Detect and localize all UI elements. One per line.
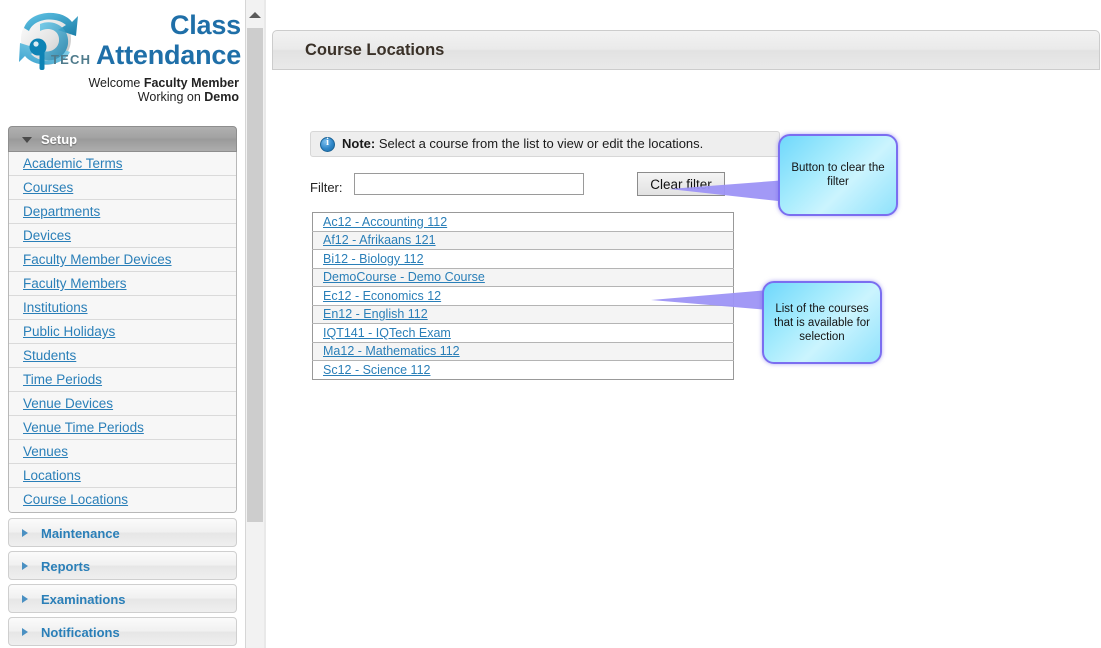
sidebar-item-label[interactable]: Faculty Member Devices (23, 252, 172, 267)
main-content: Course Locations Note: Select a course f… (266, 0, 1101, 648)
sidebar-item-label[interactable]: Course Locations (23, 492, 128, 507)
note-bold-prefix: Note: (342, 136, 376, 151)
chevron-right-icon (22, 561, 28, 570)
working-prefix: Working on (137, 90, 205, 104)
sidebar-scrollbar[interactable] (245, 0, 265, 648)
chevron-right-icon (22, 594, 28, 603)
table-row[interactable]: Ec12 - Economics 12 (312, 286, 734, 306)
table-row[interactable]: IQT141 - IQTech Exam (312, 323, 734, 343)
sidebar-item-label[interactable]: Venues (23, 444, 68, 459)
filter-row: Filter: Clear filter (310, 172, 740, 202)
brand-title-line2: Attendance (96, 40, 242, 70)
course-link[interactable]: En12 - English 112 (323, 307, 428, 321)
sidebar-section-label: Setup (41, 132, 78, 147)
scrollbar-thumb[interactable] (247, 28, 263, 522)
sidebar-item-label[interactable]: Students (23, 348, 76, 363)
table-row[interactable]: DemoCourse - Demo Course (312, 268, 734, 287)
callout-course-list: List of the courses that is available fo… (762, 281, 882, 364)
sidebar-section-notifications[interactable]: Notifications (8, 617, 237, 646)
sidebar-item-academic-terms[interactable]: Academic Terms (9, 152, 236, 176)
sidebar-item-locations[interactable]: Locations (9, 464, 236, 488)
sidebar-item-faculty-members[interactable]: Faculty Members (9, 272, 236, 296)
note-body: Select a course from the list to view or… (375, 136, 704, 151)
page-header-bar: Course Locations (272, 30, 1100, 70)
sidebar-item-label[interactable]: Venue Time Periods (23, 420, 144, 435)
chevron-up-icon (249, 12, 261, 18)
course-link[interactable]: Bi12 - Biology 112 (323, 252, 424, 266)
sidebar-item-public-holidays[interactable]: Public Holidays (9, 320, 236, 344)
sidebar-item-venues[interactable]: Venues (9, 440, 236, 464)
sidebar-section-label: Notifications (41, 625, 120, 640)
brand-title: Class Attendance (96, 10, 241, 70)
course-link[interactable]: Ma12 - Mathematics 112 (323, 344, 460, 358)
sidebar-item-venue-devices[interactable]: Venue Devices (9, 392, 236, 416)
sidebar-item-label[interactable]: Departments (23, 204, 100, 219)
sidebar-item-label[interactable]: Devices (23, 228, 71, 243)
sidebar-item-label[interactable]: Institutions (23, 300, 88, 315)
table-row[interactable]: Ac12 - Accounting 112 (312, 212, 734, 232)
sidebar-setup-items: Academic Terms Courses Departments Devic… (8, 152, 237, 513)
brand-header: TECH Class Attendance Welcome Faculty Me… (0, 0, 245, 112)
sidebar-item-faculty-member-devices[interactable]: Faculty Member Devices (9, 248, 236, 272)
brand-title-line1: Class (169, 10, 241, 40)
welcome-prefix: Welcome (88, 76, 144, 90)
svg-text:TECH: TECH (51, 52, 91, 67)
sidebar-item-students[interactable]: Students (9, 344, 236, 368)
sidebar-section-label: Examinations (41, 592, 126, 607)
sidebar-item-label[interactable]: Academic Terms (23, 156, 123, 171)
page-title: Course Locations (305, 41, 445, 59)
sidebar-section-label: Maintenance (41, 526, 120, 541)
course-link[interactable]: DemoCourse - Demo Course (323, 270, 485, 284)
working-target: Demo (204, 90, 239, 104)
welcome-line: Welcome Faculty Member (0, 76, 239, 91)
sidebar-item-label[interactable]: Public Holidays (23, 324, 115, 339)
table-row[interactable]: Ma12 - Mathematics 112 (312, 342, 734, 361)
callout-clear-filter: Button to clear the filter (778, 134, 898, 216)
sidebar-item-time-periods[interactable]: Time Periods (9, 368, 236, 392)
filter-label: Filter: (310, 180, 343, 195)
sidebar-item-label[interactable]: Faculty Members (23, 276, 127, 291)
sidebar-item-devices[interactable]: Devices (9, 224, 236, 248)
table-row[interactable]: Bi12 - Biology 112 (312, 249, 734, 269)
sidebar-item-departments[interactable]: Departments (9, 200, 236, 224)
table-row[interactable]: Sc12 - Science 112 (312, 360, 734, 379)
sidebar-section-maintenance[interactable]: Maintenance (8, 518, 237, 547)
sidebar-section-label: Reports (41, 559, 91, 574)
sidebar-accordion: Setup Academic Terms Courses Departments… (8, 126, 237, 648)
clear-filter-button[interactable]: Clear filter (637, 172, 725, 196)
note-bar: Note: Select a course from the list to v… (310, 131, 780, 157)
sidebar-section-examinations[interactable]: Examinations (8, 584, 237, 613)
iqtech-logo-icon: TECH (10, 6, 96, 78)
course-link[interactable]: IQT141 - IQTech Exam (323, 326, 451, 340)
note-text: Note: Select a course from the list to v… (342, 136, 703, 151)
working-line: Working on Demo (0, 90, 239, 105)
info-icon (320, 137, 335, 152)
chevron-right-icon (22, 627, 28, 636)
course-link[interactable]: Af12 - Afrikaans 121 (323, 233, 436, 247)
app-window: TECH Class Attendance Welcome Faculty Me… (0, 0, 1101, 648)
sidebar-item-venue-time-periods[interactable]: Venue Time Periods (9, 416, 236, 440)
table-row[interactable]: Af12 - Afrikaans 121 (312, 231, 734, 250)
table-row[interactable]: En12 - English 112 (312, 305, 734, 324)
sidebar-item-label[interactable]: Time Periods (23, 372, 102, 387)
filter-input[interactable] (354, 173, 584, 195)
sidebar-item-institutions[interactable]: Institutions (9, 296, 236, 320)
sidebar-section-setup[interactable]: Setup (8, 126, 237, 152)
chevron-right-icon (22, 528, 28, 537)
course-link[interactable]: Sc12 - Science 112 (323, 363, 430, 377)
sidebar-item-course-locations[interactable]: Course Locations (9, 488, 236, 512)
left-panel: TECH Class Attendance Welcome Faculty Me… (0, 0, 245, 648)
course-link[interactable]: Ec12 - Economics 12 (323, 289, 441, 303)
scroll-up-button[interactable] (246, 6, 263, 23)
sidebar-item-label[interactable]: Locations (23, 468, 81, 483)
welcome-role: Faculty Member (143, 76, 239, 90)
sidebar-item-label[interactable]: Courses (23, 180, 73, 195)
course-list-table: Ac12 - Accounting 112 Af12 - Afrikaans 1… (312, 212, 734, 380)
chevron-down-icon (22, 137, 32, 143)
sidebar-section-reports[interactable]: Reports (8, 551, 237, 580)
sidebar-item-label[interactable]: Venue Devices (23, 396, 113, 411)
sidebar-item-courses[interactable]: Courses (9, 176, 236, 200)
course-link[interactable]: Ac12 - Accounting 112 (323, 215, 447, 229)
